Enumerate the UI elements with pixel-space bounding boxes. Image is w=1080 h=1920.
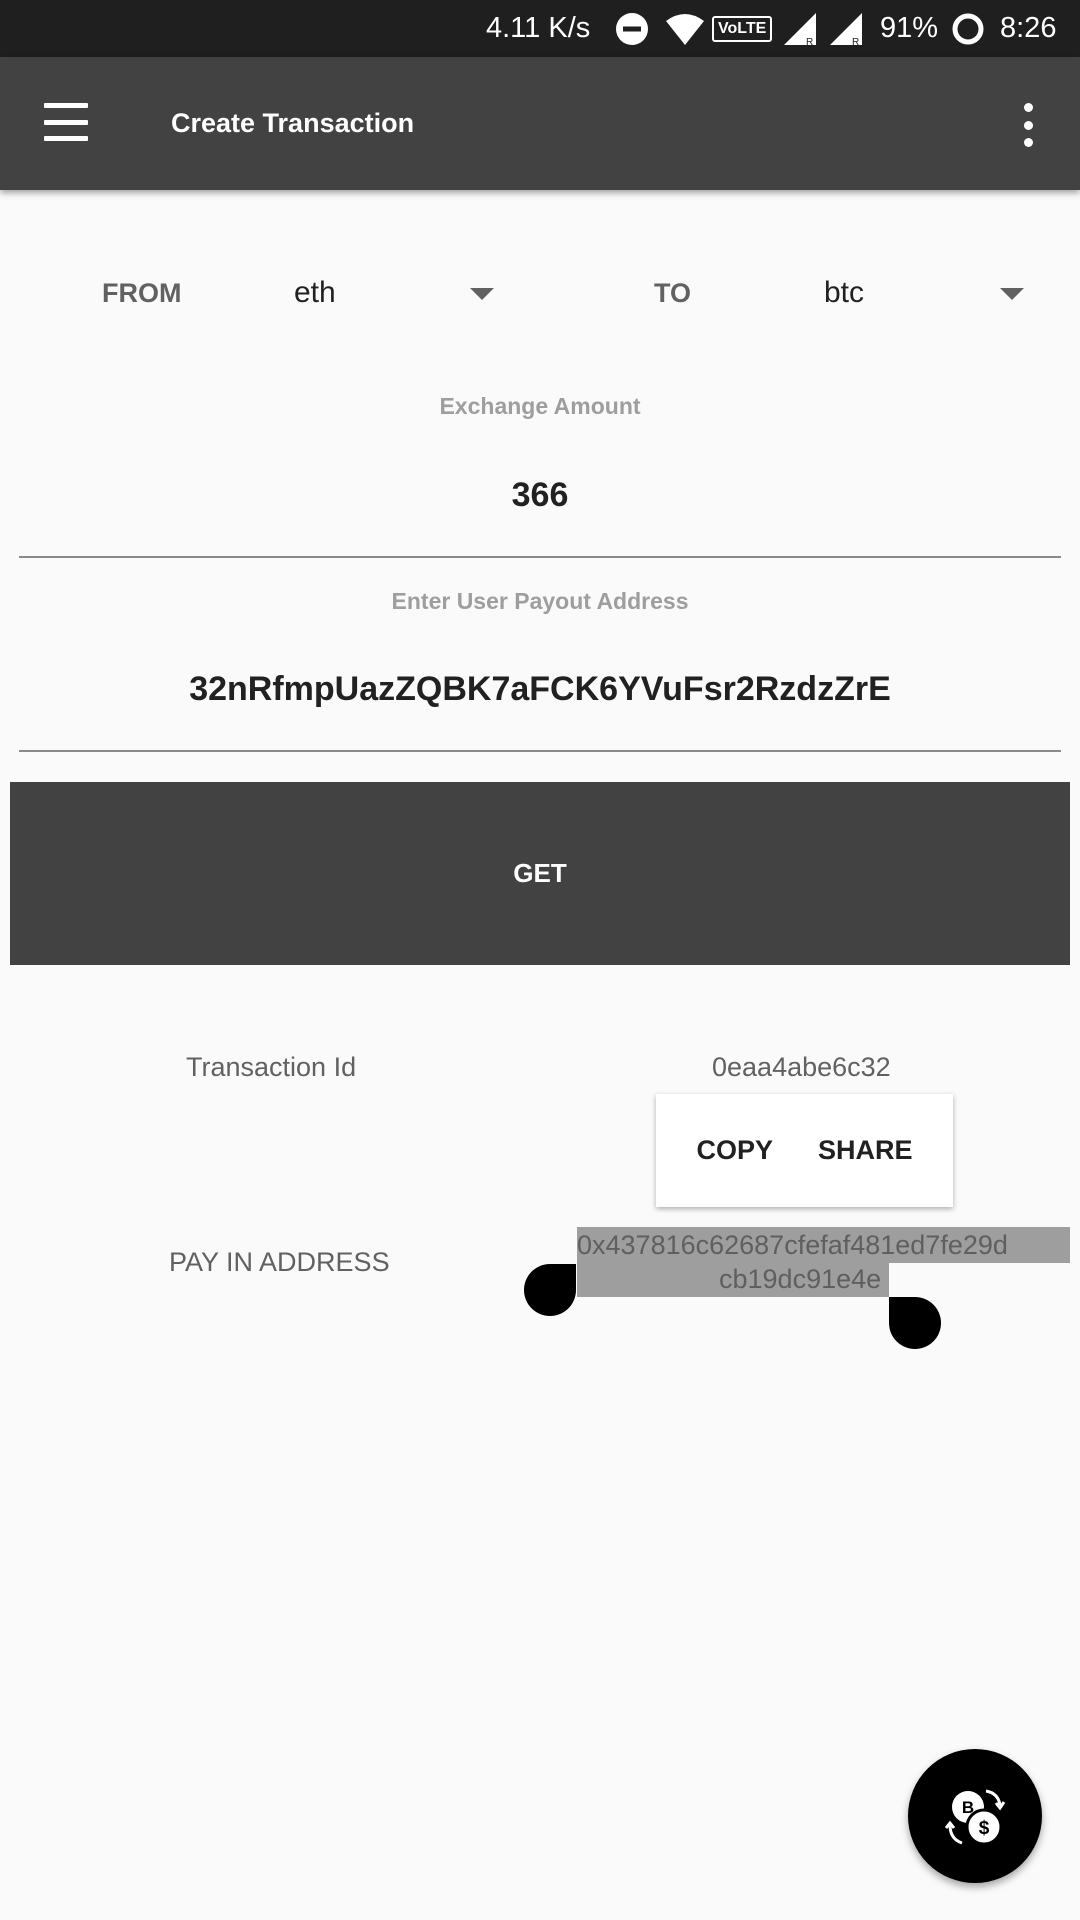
exchange-amount-label: Exchange Amount — [439, 393, 641, 419]
pay-in-address-line-2[interactable]: cb19dc91e4e — [719, 1264, 881, 1295]
battery-icon — [950, 0, 986, 57]
to-value: btc — [824, 276, 865, 309]
payout-address-value: 32nRfmpUazZQBK7aFCK6YVuFsr2RzdzZrE — [189, 670, 891, 708]
selection-end-handle[interactable] — [889, 1297, 941, 1349]
exchange-amount-value: 366 — [511, 476, 569, 514]
exchange-fab[interactable]: B $ — [908, 1749, 1042, 1883]
signal-icon: R — [782, 0, 818, 57]
exchange-amount-underline — [19, 556, 1061, 558]
payout-address-underline — [19, 750, 1061, 752]
selection-start-handle[interactable] — [524, 1264, 576, 1316]
transaction-id-value[interactable]: 0eaa4abe6c32 — [712, 1052, 891, 1083]
clock: 8:26 — [1000, 12, 1057, 44]
get-button[interactable]: GET — [10, 782, 1070, 965]
hamburger-icon[interactable] — [28, 97, 104, 147]
to-label: TO — [654, 278, 692, 308]
currency-exchange-icon: B $ — [944, 1789, 1006, 1846]
signal-icon-2: R — [828, 0, 864, 57]
svg-text:R: R — [852, 37, 859, 47]
chevron-down-icon — [1000, 288, 1024, 300]
to-spinner[interactable]: btc — [810, 262, 1040, 326]
from-spinner[interactable]: eth — [280, 262, 510, 326]
exchange-amount-input[interactable]: 366 — [19, 460, 1061, 560]
chevron-down-icon — [470, 288, 494, 300]
from-label: FROM — [102, 278, 182, 308]
svg-text:$: $ — [979, 1818, 990, 1839]
transaction-id-label: Transaction Id — [186, 1052, 357, 1082]
app-bar: Create Transaction — [0, 57, 1080, 190]
battery-percent: 91% — [880, 12, 939, 44]
status-bar: 4.11 K/s VoLTE R R 91% 8:26 — [0, 0, 1080, 57]
from-value: eth — [294, 276, 336, 309]
pay-in-address-label: PAY IN ADDRESS — [169, 1247, 390, 1277]
get-button-label: GET — [513, 858, 567, 888]
payout-address-input[interactable]: 32nRfmpUazZQBK7aFCK6YVuFsr2RzdzZrE — [19, 654, 1061, 754]
wifi-icon — [664, 0, 706, 57]
share-menu-item[interactable]: SHARE — [818, 1135, 913, 1166]
payout-address-label: Enter User Payout Address — [391, 588, 689, 614]
svg-text:R: R — [806, 37, 813, 47]
copy-menu-item[interactable]: COPY — [696, 1135, 773, 1166]
volte-badge: VoLTE — [712, 15, 773, 42]
volte-icon: VoLTE — [712, 0, 773, 57]
pay-in-address-line-1[interactable]: 0x437816c62687cfefaf481ed7fe29d — [577, 1230, 1008, 1261]
dnd-icon — [614, 0, 650, 57]
text-selection-menu: COPY SHARE — [656, 1094, 953, 1207]
net-speed: 4.11 K/s — [486, 12, 591, 44]
overflow-icon[interactable] — [1004, 97, 1052, 153]
page-title: Create Transaction — [171, 108, 415, 138]
